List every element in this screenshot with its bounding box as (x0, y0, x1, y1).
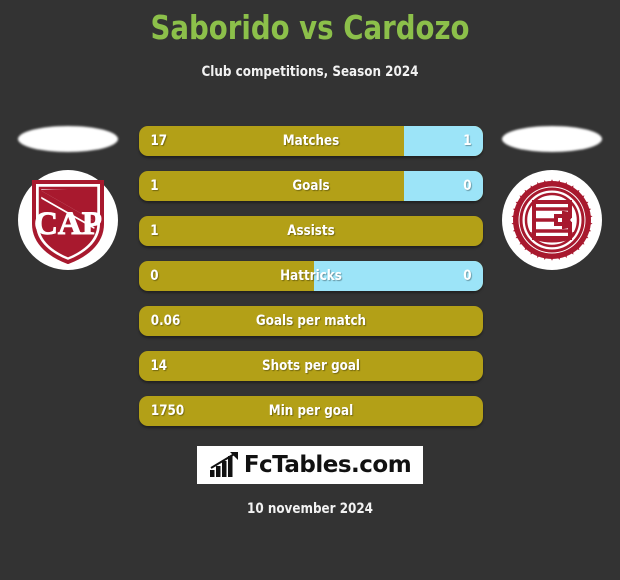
stat-right-value: 0 (463, 268, 472, 284)
stat-left-value: 0.06 (150, 313, 181, 329)
lanus-cog-crest-icon (511, 179, 593, 261)
stat-left-value: 14 (150, 358, 168, 374)
stat-left-value: 1 (150, 178, 159, 194)
page-title: Saborido vs Cardozo (150, 8, 470, 47)
fctables-logo[interactable]: FcTables.com (197, 446, 423, 484)
stat-right-value: 0 (463, 178, 472, 194)
stat-left-value: 17 (150, 133, 168, 149)
stat-label: Min per goal (268, 403, 354, 419)
stats-list: 17 Matches 1 1 Goals 0 1 Assists 0 Hattr… (139, 126, 483, 441)
left-crest-highlight-ellipse (18, 126, 118, 152)
left-team-crest-block: CAP (8, 126, 128, 296)
stat-row: 17 Matches 1 (139, 126, 483, 156)
right-team-crest-block (492, 126, 612, 296)
stat-right-fill (314, 261, 483, 291)
stat-row: 1 Goals 0 (139, 171, 483, 201)
left-team-crest: CAP (18, 170, 118, 270)
stat-left-value: 0 (150, 268, 159, 284)
report-date: 10 november 2024 (247, 501, 373, 517)
stat-right-value: 1 (463, 133, 472, 149)
stat-row: 0 Hattricks 0 (139, 261, 483, 291)
stat-label: Shots per goal (261, 358, 361, 374)
right-crest-highlight-ellipse (502, 126, 602, 152)
stat-label: Goals per match (255, 313, 367, 329)
right-team-crest (502, 170, 602, 270)
stat-row: 14 Shots per goal (139, 351, 483, 381)
stat-left-value: 1 (150, 223, 159, 239)
svg-text:CAP: CAP (34, 206, 102, 242)
cap-shield-crest-icon: CAP (32, 180, 104, 264)
stat-label: Assists (287, 223, 335, 239)
stat-row: 0.06 Goals per match (139, 306, 483, 336)
stat-row: 1 Assists (139, 216, 483, 246)
stat-left-value: 1750 (150, 403, 185, 419)
fctables-brand-text: FcTables.com (243, 452, 412, 478)
page-subtitle: Club competitions, Season 2024 (201, 64, 419, 80)
bar-chart-icon (209, 452, 238, 477)
stat-row: 1750 Min per goal (139, 396, 483, 426)
stat-comparison-page: Saborido vs Cardozo Club competitions, S… (0, 0, 620, 580)
